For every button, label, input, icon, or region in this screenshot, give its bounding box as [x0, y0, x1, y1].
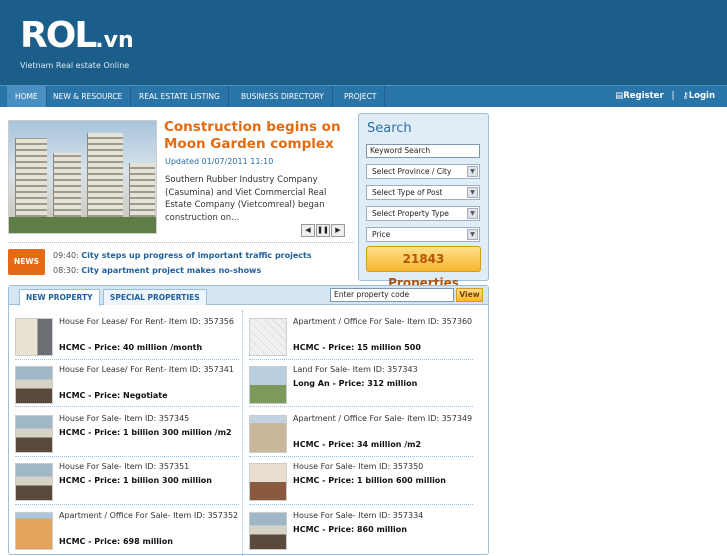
listing-title[interactable]: Apartment / Office For Sale- Item ID: 35… — [293, 413, 473, 425]
listing-title[interactable]: House For Sale- Item ID: 357345 — [59, 413, 239, 425]
divider — [15, 504, 239, 505]
property-panel-header: NEW PROPERTY SPECIAL PROPERTIES Enter pr… — [9, 286, 488, 306]
map-image[interactable] — [249, 318, 287, 356]
nav-item-home[interactable]: HOME — [7, 86, 47, 107]
divider — [8, 242, 353, 243]
listing-title[interactable]: Apartment / Office For Sale- Item ID: 35… — [293, 316, 473, 328]
search-title: Search — [367, 121, 412, 136]
property-count-button[interactable]: 21843 Properties — [366, 246, 481, 290]
listing-price: HCMC - Price: 1 billion 300 million — [59, 476, 212, 485]
post-type-select-value: Select Type of Post — [372, 188, 443, 197]
room-photo[interactable] — [15, 318, 53, 356]
featured-summary: Southern Rubber Industry Company (Casumi… — [165, 175, 327, 223]
listing-title[interactable]: House For Sale- Item ID: 357351 — [59, 461, 239, 473]
view-button[interactable]: View — [456, 288, 483, 302]
divider — [15, 456, 239, 457]
divider — [15, 406, 239, 407]
listing-price: Long An - Price: 312 million — [293, 379, 418, 388]
province-select-value: Select Province / City — [372, 167, 452, 176]
listing-price: HCMC - Price: 860 million — [293, 525, 407, 534]
search-panel: Search Keyword Search Select Province / … — [358, 113, 489, 290]
listing-title[interactable]: House For Lease/ For Rent- Item ID: 3573… — [59, 364, 239, 376]
house-photo[interactable] — [15, 366, 53, 404]
property-type-select[interactable]: Select Property Type ▼ — [366, 206, 480, 221]
listing-title[interactable]: House For Sale- Item ID: 357350 — [293, 461, 473, 473]
divider — [249, 359, 473, 360]
post-type-select[interactable]: Select Type of Post ▼ — [366, 185, 480, 200]
news-headline[interactable]: City steps up progress of important traf… — [81, 251, 311, 260]
register-icon: ▤ — [615, 91, 624, 101]
listing-price: HCMC - Price: 1 billion 300 million /m2 — [59, 428, 232, 437]
house-photo[interactable] — [15, 415, 53, 453]
listing-price: HCMC - Price: 15 million 500 — [293, 343, 421, 352]
listing-title[interactable]: Land For Sale- Item ID: 357343 — [293, 364, 473, 376]
listing-title[interactable]: Apartment / Office For Sale- Item ID: 35… — [59, 510, 239, 522]
chevron-down-icon: ▼ — [467, 208, 478, 219]
nav-item-news-resource[interactable]: NEW & RESOURCE — [45, 86, 132, 107]
account-separator: | — [671, 91, 675, 101]
register-link[interactable]: Register — [623, 86, 663, 107]
price-select[interactable]: Price ▼ — [366, 227, 480, 242]
listing-price: HCMC - Price: 1 billion 600 million — [293, 476, 446, 485]
chevron-down-icon: ▼ — [467, 229, 478, 240]
logo-text: ROL — [20, 15, 97, 56]
listing-price: HCMC - Price: Negotiate — [59, 391, 168, 400]
news-time: 09:40: — [53, 251, 79, 260]
divider — [249, 504, 473, 505]
news-item[interactable]: 09:40: City steps up progress of importa… — [53, 251, 312, 260]
news-headline[interactable]: City apartment project makes no-shows — [81, 266, 261, 275]
listing-title[interactable]: House For Sale- Item ID: 357334 — [293, 510, 473, 522]
divider — [249, 456, 473, 457]
featured-title[interactable]: Construction begins on Moon Garden compl… — [164, 119, 352, 153]
nav-item-project[interactable]: PROJECT — [336, 86, 386, 107]
column-divider — [242, 310, 243, 556]
pause-icon[interactable]: ❚❚ — [316, 224, 330, 237]
tab-new-property[interactable]: NEW PROPERTY — [19, 289, 100, 306]
shop-photo[interactable] — [249, 463, 287, 501]
house-photo[interactable] — [249, 512, 287, 550]
logo-tagline: Vietnam Real estate Online — [20, 61, 130, 70]
house-photo[interactable] — [15, 463, 53, 501]
listing-title[interactable]: House For Lease/ For Rent- Item ID: 3573… — [59, 316, 239, 328]
apartment-photo[interactable] — [249, 415, 287, 453]
nav-item-real-estate-listing[interactable]: REAL ESTATE LISTING — [131, 86, 229, 107]
property-code-input[interactable]: Enter property code — [330, 288, 454, 302]
site-header: ROL.vn Vietnam Real estate Online — [0, 0, 727, 85]
login-link[interactable]: Login — [689, 86, 715, 107]
news-time: 08:30: — [53, 266, 79, 275]
tab-special-properties[interactable]: SPECIAL PROPERTIES — [103, 289, 207, 305]
news-item[interactable]: 08:30: City apartment project makes no-s… — [53, 266, 261, 275]
land-photo[interactable] — [249, 366, 287, 404]
chevron-down-icon: ▼ — [467, 166, 478, 177]
listing-price: HCMC - Price: 40 million /month — [59, 343, 203, 352]
keyword-search-input[interactable]: Keyword Search — [366, 144, 480, 158]
chevron-down-icon: ▼ — [467, 187, 478, 198]
news-badge: NEWS — [8, 249, 45, 275]
listing-price: HCMC - Price: 34 million /m2 — [293, 440, 422, 449]
site-logo[interactable]: ROL.vn Vietnam Real estate Online — [20, 15, 134, 71]
prev-icon[interactable]: ◀ — [301, 224, 315, 237]
account-links: ▤ Register | ⚷ Login — [615, 86, 715, 107]
next-icon[interactable]: ▶ — [331, 224, 345, 237]
featured-date: Updated 01/07/2011 11:10 — [165, 157, 274, 166]
logo-suffix: .vn — [95, 28, 134, 53]
property-panel: NEW PROPERTY SPECIAL PROPERTIES Enter pr… — [8, 285, 489, 556]
featured-image[interactable] — [8, 120, 157, 234]
nav-item-business-directory[interactable]: BUSINESS DIRECTORY — [233, 86, 333, 107]
divider — [15, 359, 239, 360]
price-select-value: Price — [372, 230, 391, 239]
property-type-select-value: Select Property Type — [372, 209, 449, 218]
divider — [249, 406, 473, 407]
featured-pager: ◀ ❚❚ ▶ — [301, 224, 346, 237]
tower-photo[interactable] — [15, 512, 53, 550]
province-select[interactable]: Select Province / City ▼ — [366, 164, 480, 179]
main-nav: HOME NEW & RESOURCE REAL ESTATE LISTING … — [0, 85, 727, 107]
